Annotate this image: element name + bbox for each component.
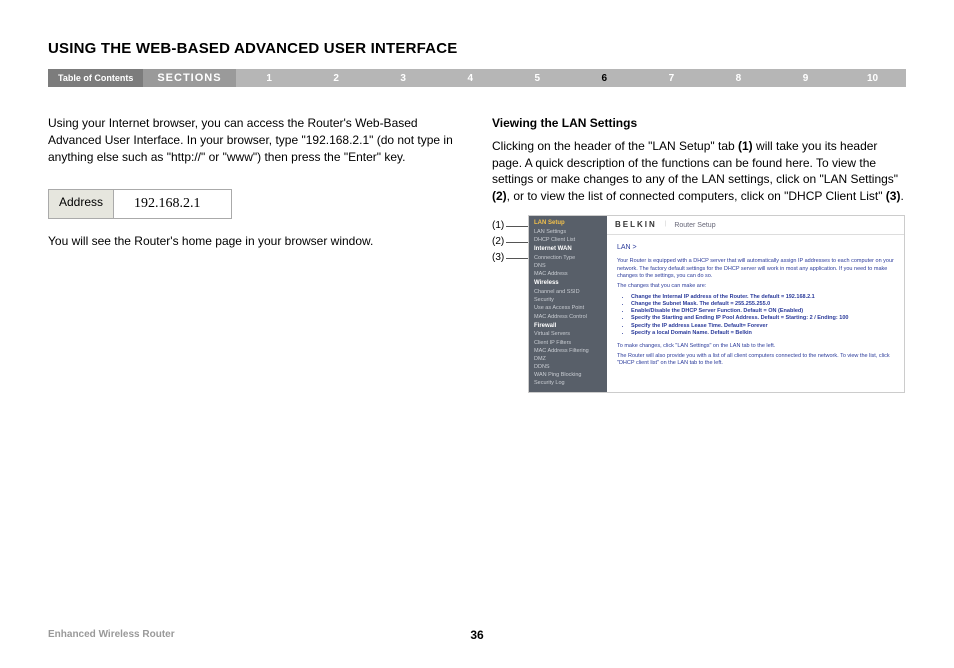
nav-toc[interactable]: Table of Contents: [48, 69, 143, 87]
sidebar-item: Security Log: [534, 380, 602, 387]
nav-num-3[interactable]: 3: [370, 73, 437, 84]
sidebar-item: Use as Access Point: [534, 305, 602, 312]
callout-line-icon: [506, 226, 528, 227]
page-number: 36: [470, 628, 483, 642]
router-note2: The Router will also provide you with a …: [617, 353, 894, 367]
nav-num-5[interactable]: 5: [504, 73, 571, 84]
sidebar-item: Client IP Filters: [534, 340, 602, 347]
sidebar-item: Channel and SSID: [534, 289, 602, 296]
sidebar-hdr-lan: LAN Setup: [534, 220, 602, 228]
sidebar-item: DNS: [534, 263, 602, 270]
sidebar-item: MAC Address: [534, 271, 602, 278]
list-item: Specify a local Domain Name. Default = B…: [631, 330, 894, 337]
sidebar-item: Security: [534, 297, 602, 304]
router-body: LAN > Your Router is equipped with a DHC…: [607, 235, 904, 378]
router-subtitle: Router Setup: [674, 221, 715, 230]
list-item: Change the Internal IP address of the Ro…: [631, 294, 894, 301]
ref-3: (3): [886, 189, 901, 203]
list-item: Change the Subnet Mask. The default = 25…: [631, 301, 894, 308]
list-item: Specify the IP address Lease Time. Defau…: [631, 323, 894, 330]
sidebar-item: DMZ: [534, 356, 602, 363]
left-paragraph-1: Using your Internet browser, you can acc…: [48, 115, 462, 165]
brand-logo: BELKIN: [615, 220, 657, 230]
callout-3: (3): [492, 253, 528, 264]
nav-sections-label: SECTIONS: [143, 69, 235, 87]
nav-num-7[interactable]: 7: [638, 73, 705, 84]
right-heading: Viewing the LAN Settings: [492, 115, 906, 132]
callout-line-icon: [506, 258, 528, 259]
sidebar-item: Virtual Servers: [534, 331, 602, 338]
sidebar-item: LAN Settings: [534, 229, 602, 236]
figure-wrapper: (1) (2) (3) LAN Setup LAN Settings DHCP …: [492, 215, 906, 393]
sidebar-item: MAC Address Control: [534, 314, 602, 321]
router-changes: The changes that you can make are:: [617, 283, 894, 290]
router-intro: Your Router is equipped with a DHCP serv…: [617, 258, 894, 279]
right-p-text: , or to view the list of connected compu…: [507, 189, 886, 203]
nav-num-1[interactable]: 1: [236, 73, 303, 84]
product-name: Enhanced Wireless Router: [48, 629, 175, 640]
callouts: (1) (2) (3): [492, 215, 528, 269]
nav-num-2[interactable]: 2: [303, 73, 370, 84]
nav-numbers: 1 2 3 4 5 6 7 8 9 10: [236, 69, 906, 87]
ref-2: (2): [492, 189, 507, 203]
sidebar-item: DHCP Client List: [534, 237, 602, 244]
callout-label: (3): [492, 253, 504, 263]
section-navbar: Table of Contents SECTIONS 1 2 3 4 5 6 7…: [48, 69, 906, 87]
sidebar-hdr-wireless: Wireless: [534, 280, 602, 288]
nav-num-4[interactable]: 4: [437, 73, 504, 84]
router-header: BELKIN | Router Setup: [607, 216, 904, 235]
router-bullets: Change the Internal IP address of the Ro…: [631, 294, 894, 337]
nav-num-10[interactable]: 10: [839, 73, 906, 84]
right-p-text: .: [900, 189, 903, 203]
left-column: Using your Internet browser, you can acc…: [48, 115, 462, 393]
page-footer: Enhanced Wireless Router 36: [48, 629, 906, 640]
nav-num-9[interactable]: 9: [772, 73, 839, 84]
right-paragraph: Clicking on the header of the "LAN Setup…: [492, 138, 906, 205]
page-title: USING THE WEB-BASED ADVANCED USER INTERF…: [48, 40, 906, 57]
nav-num-6[interactable]: 6: [571, 73, 638, 84]
address-label: Address: [49, 190, 114, 218]
list-item: Enable/Disable the DHCP Server Function.…: [631, 308, 894, 315]
sidebar-hdr-firewall: Firewall: [534, 323, 602, 331]
list-item: Specify the Starting and Ending IP Pool …: [631, 315, 894, 322]
sidebar-hdr-wan: Internet WAN: [534, 246, 602, 254]
sidebar-item: Connection Type: [534, 255, 602, 262]
callout-label: (2): [492, 237, 504, 247]
sidebar-item: DDNS: [534, 364, 602, 371]
address-value: 192.168.2.1: [114, 190, 231, 218]
router-screenshot: LAN Setup LAN Settings DHCP Client List …: [528, 215, 905, 393]
callout-2: (2): [492, 237, 528, 248]
sidebar-item: WAN Ping Blocking: [534, 372, 602, 379]
sidebar-item: MAC Address Filtering: [534, 348, 602, 355]
right-p-text: Clicking on the header of the "LAN Setup…: [492, 139, 738, 153]
right-column: Viewing the LAN Settings Clicking on the…: [492, 115, 906, 393]
callout-1: (1): [492, 221, 528, 232]
router-sidebar: LAN Setup LAN Settings DHCP Client List …: [529, 216, 607, 392]
callout-line-icon: [506, 242, 528, 243]
callout-label: (1): [492, 221, 504, 231]
breadcrumb-lan: LAN >: [617, 243, 894, 252]
nav-num-8[interactable]: 8: [705, 73, 772, 84]
ref-1: (1): [738, 139, 753, 153]
router-note1: To make changes, click "LAN Settings" on…: [617, 343, 894, 350]
router-main: BELKIN | Router Setup LAN > Your Router …: [607, 216, 904, 392]
address-bar: Address 192.168.2.1: [48, 189, 232, 219]
left-paragraph-2: You will see the Router's home page in y…: [48, 233, 462, 250]
